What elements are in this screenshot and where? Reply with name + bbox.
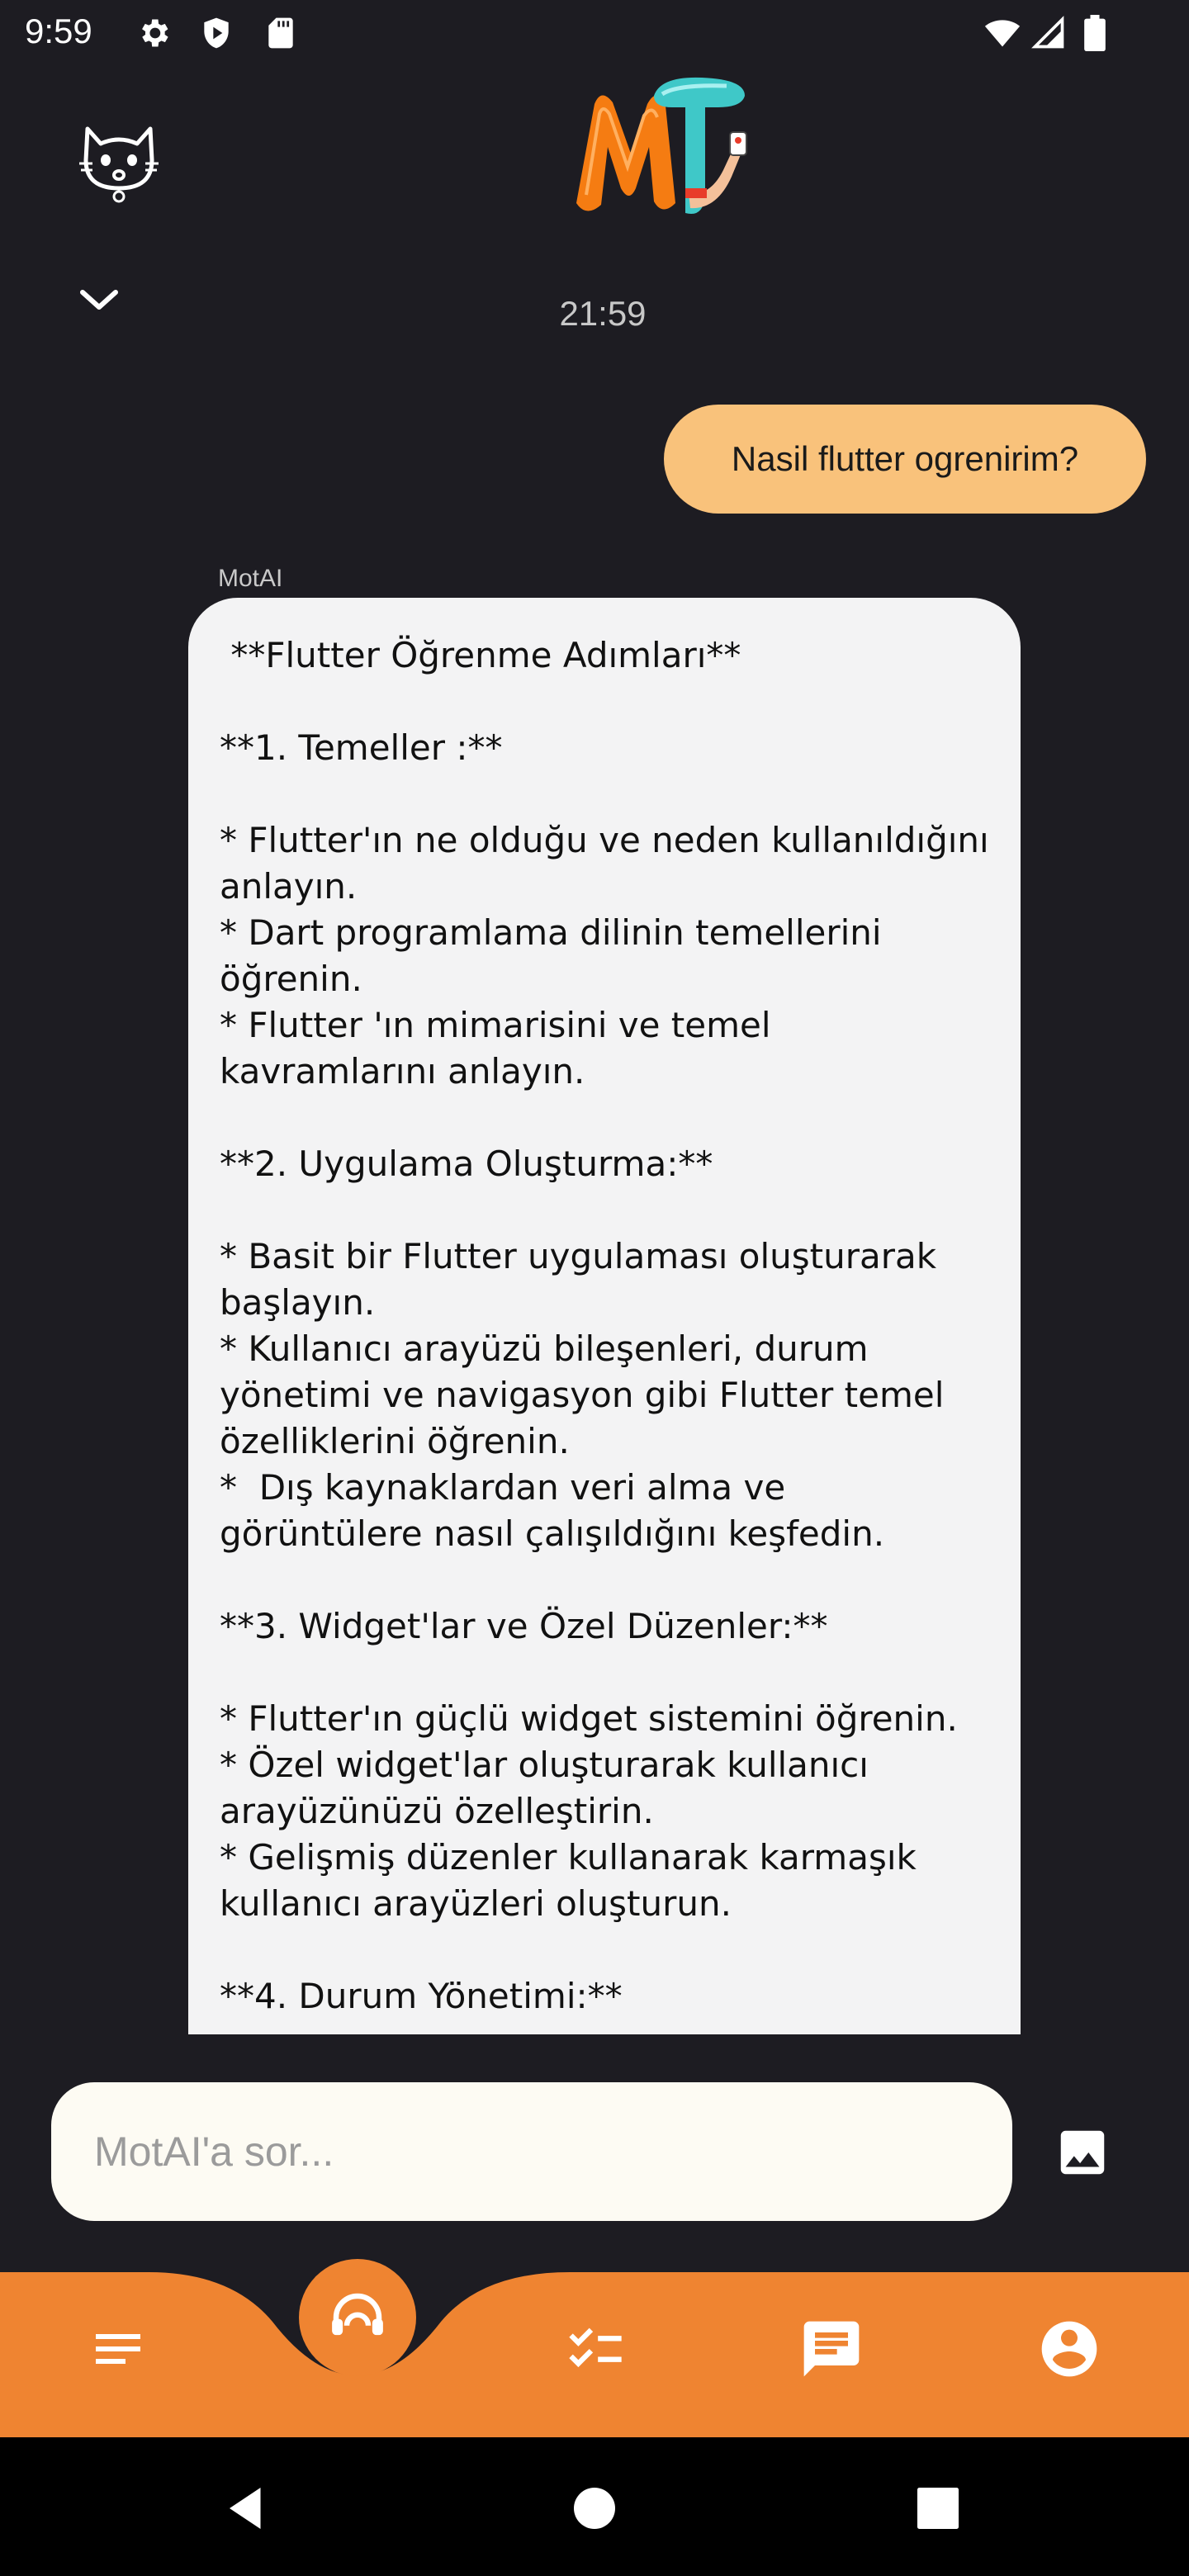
- gear-icon: [142, 19, 168, 47]
- user-message-bubble: Nasil flutter ogrenirim?: [664, 405, 1146, 514]
- nav-profile-button[interactable]: [1032, 2312, 1106, 2386]
- bot-message-text: **Flutter Öğrenme Adımları** **1. Temell…: [220, 635, 989, 2016]
- home-icon[interactable]: [570, 2484, 619, 2533]
- nav-menu-button[interactable]: [81, 2312, 155, 2386]
- shield-play-icon: [204, 17, 229, 49]
- chat-icon: [803, 2321, 860, 2377]
- checklist-icon: [569, 2327, 622, 2368]
- back-icon[interactable]: [221, 2484, 271, 2533]
- bot-name-label: MotAI: [218, 565, 283, 592]
- chat-timestamp: 21:59: [559, 294, 647, 333]
- message-input[interactable]: [51, 2082, 1012, 2221]
- image-icon[interactable]: [1052, 2124, 1113, 2181]
- signal-icon: [1031, 16, 1064, 49]
- status-time: 9:59: [25, 12, 92, 50]
- cat-icon[interactable]: [76, 112, 162, 203]
- support-agent-icon: [332, 2293, 383, 2336]
- menu-icon: [96, 2334, 140, 2364]
- bot-message-bubble: **Flutter Öğrenme Adımları** **1. Temell…: [188, 598, 1021, 2034]
- nav-support-agent-button[interactable]: [299, 2259, 416, 2376]
- android-navigation-bar: [0, 2437, 1189, 2576]
- sd-card-icon: [268, 17, 293, 49]
- status-bar: 9:59: [0, 0, 1189, 69]
- user-message-text: Nasil flutter ogrenirim?: [731, 439, 1079, 478]
- app-logo: [576, 77, 747, 215]
- profile-icon: [1041, 2321, 1097, 2377]
- nav-tasks-button[interactable]: [558, 2312, 632, 2386]
- recents-icon[interactable]: [913, 2484, 963, 2533]
- nav-chat-button[interactable]: [794, 2312, 869, 2386]
- battery-icon: [1084, 15, 1106, 51]
- wifi-icon: [984, 20, 1021, 47]
